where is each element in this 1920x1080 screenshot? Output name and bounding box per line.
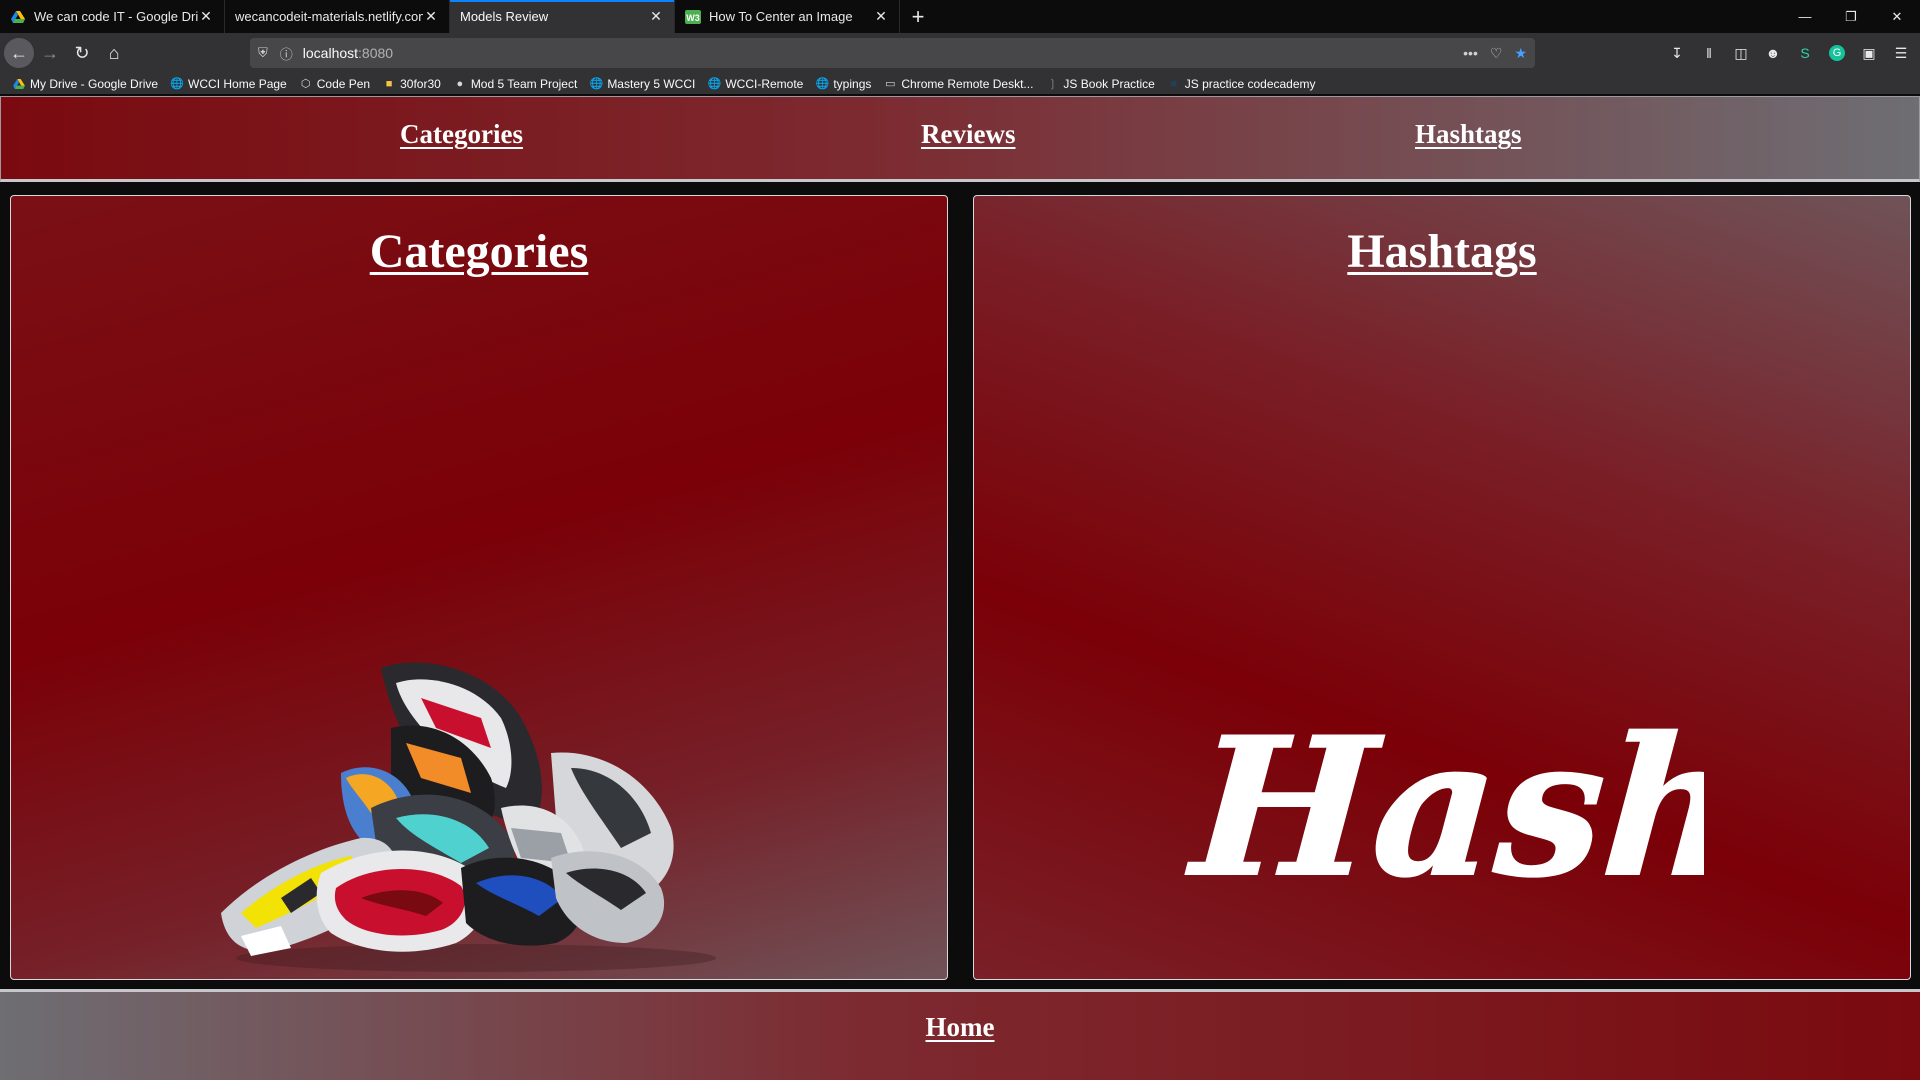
codepen-icon: ⬡ [300,78,311,90]
bookmark-label: JS Book Practice [1063,76,1155,91]
bookmark-label: My Drive - Google Drive [30,76,159,91]
navigation-toolbar: ← → ↻ ⌂ ⛨ ⓘ localhost:8080 ••• ♡ ★ ↧ ‖ ◫… [0,33,1920,73]
categories-panel-title[interactable]: Categories [11,224,947,279]
nav-link-categories[interactable]: Categories [400,119,523,150]
bookmark-item[interactable]: 🌐 WCCI Home Page [170,77,287,91]
google-drive-icon [10,9,26,25]
bookmark-label: JS practice codecademy [1184,76,1316,91]
bookmark-label: Chrome Remote Deskt... [901,76,1034,91]
library-icon[interactable]: ‖ [1696,37,1722,69]
chrome-remote-icon: ▭ [885,78,896,90]
bookmark-item[interactable]: My Drive - Google Drive [12,77,158,91]
tab-google-drive[interactable]: We can code IT - Google Drive ✕ [0,0,225,33]
url-text[interactable]: localhost:8080 [303,45,393,61]
bookmark-label: 30for30 [400,76,441,91]
account-icon[interactable]: ☻ [1760,37,1786,69]
page-icon: ❳ [1047,78,1058,90]
tab-strip: We can code IT - Google Drive ✕ wecancod… [0,0,1920,33]
page-actions-icon[interactable]: ••• [1463,45,1478,61]
bookmark-label: WCCI Home Page [188,76,287,91]
bookmark-item[interactable]: 🌐 typings [815,77,871,91]
url-port: :8080 [358,45,394,61]
info-icon[interactable]: ⓘ [280,44,293,63]
tab-netlify[interactable]: wecancodeit-materials.netlify.com/ ✕ [225,0,450,33]
tab-title: wecancodeit-materials.netlify.com/ [235,9,423,24]
hashtag-script-image: Hashtag [1184,694,1704,920]
hashtags-panel: Hashtags Hashtag [973,195,1911,980]
bookmark-star-icon[interactable]: ★ [1514,45,1527,62]
bookmark-label: Mod 5 Team Project [470,76,578,91]
url-host: localhost [302,45,359,61]
tab-title: We can code IT - Google Drive [34,9,198,24]
close-icon[interactable]: ✕ [648,8,664,25]
bookmark-item[interactable]: ● Mod 5 Team Project [453,76,578,91]
bookmark-label: Mastery 5 WCCI [607,76,696,91]
bookmark-label: Code Pen [316,76,371,91]
window-controls: — ❐ ✕ [1782,0,1920,33]
nav-link-hashtags[interactable]: Hashtags [1415,119,1522,150]
tab-center-image[interactable]: W3 How To Center an Image ✕ [675,0,900,33]
tracking-shield-icon[interactable]: ⛨ [258,45,268,61]
globe-icon: 🌐 [170,78,184,90]
codecademy-icon: ■ [1170,77,1178,90]
forward-arrow-icon[interactable]: → [34,37,66,69]
bookmark-item[interactable]: ■ JS practice codecademy [1167,76,1316,91]
github-icon: ● [456,77,464,90]
google-drive-icon [12,77,26,91]
svg-text:W3: W3 [686,13,700,23]
bookmarks-toolbar: My Drive - Google Drive 🌐 WCCI Home Page … [0,73,1920,95]
sidebar-icon[interactable]: ◫ [1728,37,1754,69]
menu-icon[interactable]: ☰ [1888,37,1914,69]
page-viewport: Categories Reviews Hashtags Categories H… [0,96,1920,1080]
close-icon[interactable]: ✕ [873,8,889,25]
bookmark-item[interactable]: ❳ JS Book Practice [1045,76,1155,91]
globe-icon: 🌐 [815,78,830,90]
bookmark-item[interactable]: ▭ Chrome Remote Deskt... [883,77,1033,91]
hashtag-script-text: Hashtag [1184,695,1704,919]
home-icon[interactable]: ⌂ [98,37,130,69]
folder-icon: ■ [385,77,393,90]
site-header: Categories Reviews Hashtags [0,96,1920,182]
globe-icon: 🌐 [589,78,604,90]
close-icon[interactable]: ✕ [423,8,439,25]
minimize-icon[interactable]: — [1782,0,1828,33]
downloads-icon[interactable]: ↧ [1664,37,1690,69]
site-footer: Home [0,992,1920,1080]
grammarly-icon[interactable]: G [1824,37,1850,69]
address-bar[interactable]: ⛨ ⓘ localhost:8080 ••• ♡ ★ [250,38,1535,68]
extension-s-icon[interactable]: S [1792,37,1818,69]
tab-title: How To Center an Image [709,9,853,24]
tab-models-review[interactable]: Models Review ✕ [450,0,675,33]
tab-title: Models Review [460,9,549,24]
bookmark-item[interactable]: ■ 30for30 [382,77,441,91]
extension-icon[interactable]: ▣ [1856,37,1882,69]
bookmark-label: typings [833,76,872,91]
categories-panel: Categories [10,195,948,980]
back-arrow-icon[interactable]: ← [4,38,34,68]
globe-icon: 🌐 [707,78,722,90]
close-icon[interactable]: ✕ [198,8,214,25]
w3schools-icon: W3 [685,9,701,25]
home-link[interactable]: Home [0,1012,1920,1043]
close-window-icon[interactable]: ✕ [1874,0,1920,33]
bookmark-item[interactable]: 🌐 Mastery 5 WCCI [589,77,695,91]
bookmark-item[interactable]: 🌐 WCCI-Remote [707,77,803,91]
hashtags-panel-title[interactable]: Hashtags [974,224,1910,279]
new-tab-button[interactable]: + [900,0,936,33]
sneaker-pile-image [221,662,716,972]
restore-icon[interactable]: ❐ [1828,0,1874,33]
nav-link-reviews[interactable]: Reviews [921,119,1015,150]
toolbar-right: ↧ ‖ ◫ ☻ S G ▣ ☰ [1664,37,1914,69]
pocket-icon[interactable]: ♡ [1490,45,1503,62]
bookmark-label: WCCI-Remote [725,76,804,91]
reload-icon[interactable]: ↻ [66,37,98,69]
bookmark-item[interactable]: ⬡ Code Pen [299,77,370,91]
